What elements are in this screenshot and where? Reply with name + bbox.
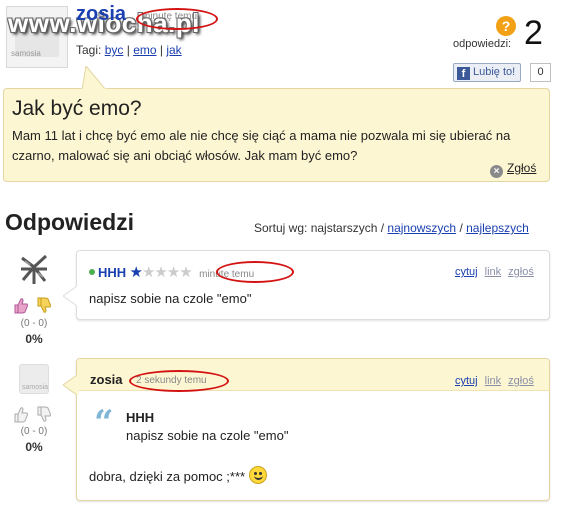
answer-author-link[interactable]: HHH xyxy=(98,265,126,280)
highlight-oval xyxy=(129,370,229,392)
vote-score-percent: 0% xyxy=(25,440,43,454)
vote-score-range: (0 - 0) xyxy=(20,318,48,329)
thumb-down-icon[interactable] xyxy=(36,297,52,314)
answerer-avatar[interactable]: samosia xyxy=(19,364,49,394)
star-icon: ★★★★ xyxy=(141,264,193,281)
sort-best-link[interactable]: najlepszych xyxy=(466,221,529,235)
question-title: Jak być emo? xyxy=(12,97,142,120)
answers-count: 2 xyxy=(524,14,543,52)
quote-link[interactable]: cytuj xyxy=(455,375,478,387)
answer-body: dobra, dzięki za pomoc ;*** xyxy=(89,466,267,484)
facebook-like-count: 0 xyxy=(530,63,551,82)
answers-heading: Odpowiedzi xyxy=(5,209,135,235)
avatar-caption: samosia xyxy=(11,49,41,58)
quote-link[interactable]: cytuj xyxy=(455,266,478,278)
answer-actions: cytuj link zgłoś xyxy=(448,266,534,278)
tag-link[interactable]: emo xyxy=(133,43,156,57)
sort-label: Sortuj wg: najstarszych / xyxy=(254,221,385,235)
highlight-oval xyxy=(216,261,294,283)
answerer-avatar-icon[interactable] xyxy=(17,252,51,286)
answer-box xyxy=(76,250,550,320)
quoted-text: napisz sobie na czole "emo" xyxy=(126,428,289,443)
question-mark-icon: ? xyxy=(496,16,516,36)
answer-author-link[interactable]: zosia xyxy=(90,372,123,387)
online-status-dot xyxy=(89,269,95,275)
answer-actions: cytuj link zgłoś xyxy=(448,375,534,387)
speech-bubble-tail xyxy=(63,375,79,395)
answers-count-label: odpowiedzi: xyxy=(453,38,512,50)
permalink-link[interactable]: link xyxy=(485,266,502,278)
question-body: Mam 11 lat i chcę być emo ale nie chcę s… xyxy=(12,128,511,163)
answer-body: napisz sobie na czole "emo" xyxy=(89,291,252,306)
tags-label: Tagi: xyxy=(76,43,102,57)
report-answer-link[interactable]: zgłoś xyxy=(508,266,534,278)
smiley-icon xyxy=(248,466,267,484)
sort-options: Sortuj wg: najstarszych / najnowszych / … xyxy=(254,221,529,235)
answer-body-text: dobra, dzięki za pomoc ;*** xyxy=(89,469,246,484)
permalink-link[interactable]: link xyxy=(485,375,502,387)
highlight-oval xyxy=(136,8,218,30)
tag-link[interactable]: byc xyxy=(105,43,124,57)
speech-bubble-tail xyxy=(81,66,107,90)
facebook-like-button[interactable]: f Lubię to! xyxy=(453,63,522,82)
thumb-down-icon[interactable] xyxy=(36,406,52,423)
star-icon: ★ xyxy=(129,264,143,281)
quote-icon: “ xyxy=(94,403,114,443)
facebook-like-label: Lubię to! xyxy=(473,66,516,78)
question-tags: Tagi: byc | emo | jak xyxy=(76,43,182,57)
report-answer-link[interactable]: zgłoś xyxy=(508,375,534,387)
sort-newest-link[interactable]: najnowszych xyxy=(387,221,456,235)
rating-stars: ★★★★★ xyxy=(129,264,193,281)
thumb-up-icon[interactable] xyxy=(13,406,29,423)
report-label: Zgłoś xyxy=(507,161,537,175)
speech-bubble-tail xyxy=(63,286,79,306)
tag-link[interactable]: jak xyxy=(166,43,181,57)
vote-score-range: (0 - 0) xyxy=(20,426,48,437)
facebook-icon: f xyxy=(457,67,470,80)
vote-score-percent: 0% xyxy=(25,332,43,346)
close-circle-icon: × xyxy=(490,165,503,178)
thumb-up-icon[interactable] xyxy=(13,297,29,314)
quoted-author: HHH xyxy=(126,410,155,425)
question-author-link[interactable]: zosia xyxy=(76,3,126,29)
avatar-caption: samosia xyxy=(22,384,49,391)
report-question-link[interactable]: × Zgłoś xyxy=(490,161,536,178)
